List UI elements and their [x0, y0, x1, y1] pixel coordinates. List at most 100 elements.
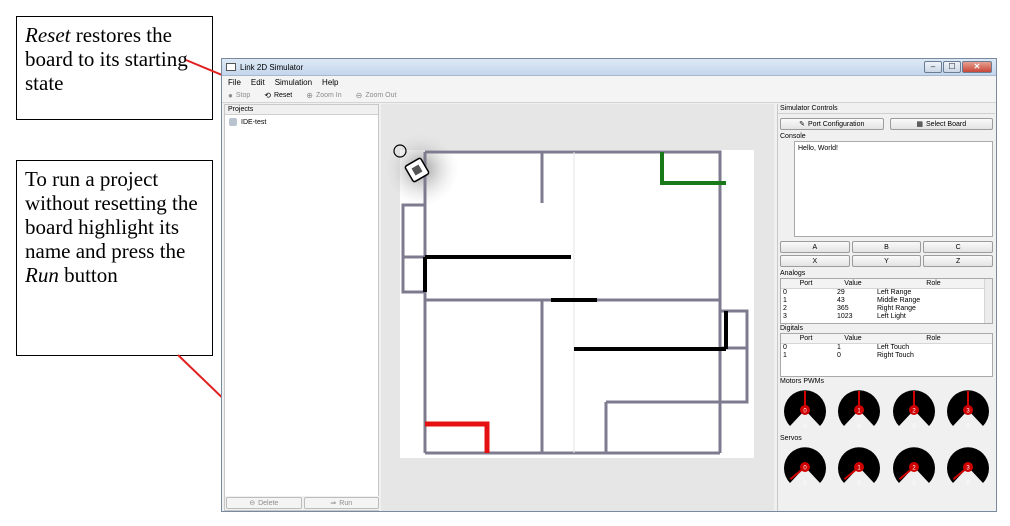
menu-simulation[interactable]: Simulation — [275, 78, 312, 87]
toolbar: ● Stop ⟲ Reset ⊕ Zoom In ⊖ Zoom Out — [222, 88, 996, 103]
servo-gauge: 00 — [784, 447, 827, 487]
select-board-button[interactable]: ▦ Select Board — [889, 118, 993, 130]
reset-icon: ⟲ — [264, 90, 271, 100]
analog-port: 0 — [783, 289, 787, 296]
analog-row[interactable]: 1 43 Middle Range — [781, 297, 992, 305]
analog-role: Right Range — [877, 305, 916, 312]
run-callout-text: To run a project without resetting the b… — [25, 167, 198, 263]
board-canvas[interactable] — [381, 104, 774, 511]
analogs-label: Analogs — [780, 270, 806, 277]
board-icon: ▦ — [916, 121, 924, 128]
servo-gauge-value: 0 — [912, 481, 916, 487]
console-label: Console — [780, 133, 806, 140]
board-surface — [400, 150, 754, 458]
motor-gauge-value: 0 — [803, 424, 807, 430]
key-z-button[interactable]: Z — [923, 255, 993, 267]
analog-value: 1023 — [837, 313, 853, 320]
project-icon — [229, 118, 237, 126]
analog-value: 365 — [837, 305, 849, 312]
analog-row[interactable]: 0 29 Left Range — [781, 289, 992, 297]
motor-gauge: 10 — [838, 390, 881, 430]
reset-label: Reset — [273, 91, 293, 99]
delete-label: Delete — [258, 499, 279, 507]
run-button[interactable]: ⇒ Run — [303, 497, 379, 509]
reset-button[interactable]: ⟲ Reset — [264, 91, 292, 100]
motors-label: Motors PWMs — [780, 378, 824, 385]
analog-row[interactable]: 2 365 Right Range — [781, 305, 992, 313]
stop-button[interactable]: ● Stop — [228, 91, 250, 100]
project-item[interactable]: IDE-test — [225, 115, 378, 129]
run-callout-text-end: button — [58, 263, 118, 287]
simulator-window: Link 2D Simulator – ☐ ✕ File Edit Simula… — [221, 58, 997, 512]
analogs-scrollbar[interactable] — [984, 279, 992, 323]
analog-role: Left Light — [877, 313, 906, 320]
run-icon: ⇒ — [330, 500, 337, 507]
close-button[interactable]: ✕ — [962, 61, 992, 73]
stop-label: Stop — [235, 91, 251, 99]
digital-value: 0 — [837, 352, 841, 359]
digitals-port-header: Port — [799, 335, 813, 342]
servo-gauges: 00102030 — [778, 443, 995, 491]
projects-header: Projects — [225, 105, 378, 115]
analog-value: 29 — [837, 289, 845, 296]
analog-value: 43 — [837, 297, 845, 304]
digital-value: 1 — [837, 344, 841, 351]
servos-label: Servos — [780, 435, 802, 442]
stop-icon: ● — [228, 90, 233, 100]
motor-gauge: 20 — [892, 390, 935, 430]
board-view[interactable] — [381, 104, 774, 511]
simulator-controls-panel: Simulator Controls ✎ Port Configuration … — [777, 104, 995, 511]
projects-panel: Projects IDE-test ⊖ Delete ⇒ Run — [224, 104, 380, 511]
minimize-button[interactable]: – — [924, 61, 942, 73]
key-a-button[interactable]: A — [780, 241, 850, 253]
key-b-button[interactable]: B — [851, 241, 922, 253]
wrench-icon: ✎ — [799, 121, 805, 128]
digitals-table: Port Value Role 0 1 Left Touch 1 0 Right… — [780, 333, 993, 377]
key-y-button[interactable]: Y — [851, 255, 922, 267]
title-bar: Link 2D Simulator – ☐ ✕ — [222, 59, 996, 76]
console-output[interactable]: Hello, World! — [794, 141, 993, 237]
delete-icon: ⊖ — [249, 500, 256, 507]
servo-gauge: 30 — [946, 447, 989, 487]
app-icon — [226, 63, 236, 71]
motor-gauge-value: 0 — [966, 424, 970, 430]
digital-port: 0 — [783, 344, 787, 351]
servo-gauge-value: 0 — [966, 481, 970, 487]
motor-gauge-value: 0 — [912, 424, 916, 430]
motor-gauge: 00 — [784, 390, 827, 430]
digital-row[interactable]: 1 0 Right Touch — [781, 352, 992, 360]
zoom-in-button[interactable]: ⊕ Zoom In — [306, 91, 341, 100]
key-x-button[interactable]: X — [780, 255, 850, 267]
delete-button[interactable]: ⊖ Delete — [226, 497, 302, 509]
maximize-button[interactable]: ☐ — [943, 61, 961, 73]
servo-gauge-value: 0 — [858, 481, 862, 487]
zoom-in-label: Zoom In — [315, 91, 342, 99]
menu-edit[interactable]: Edit — [251, 78, 265, 87]
key-c-button[interactable]: C — [923, 241, 993, 253]
analog-port: 3 — [783, 313, 787, 320]
digitals-role-header: Role — [926, 335, 941, 342]
reset-callout: Reset restores the board to its starting… — [16, 16, 213, 120]
simulator-controls-title: Simulator Controls — [778, 104, 995, 114]
port-configuration-button[interactable]: ✎ Port Configuration — [780, 118, 884, 130]
servo-gauge: 20 — [892, 447, 935, 487]
menu-file[interactable]: File — [228, 78, 241, 87]
servo-gauge: 10 — [838, 447, 881, 487]
menu-help[interactable]: Help — [322, 78, 338, 87]
digital-row[interactable]: 0 1 Left Touch — [781, 344, 992, 352]
motor-gauge-value: 0 — [858, 424, 862, 430]
port-configuration-label: Port Configuration — [807, 120, 865, 128]
analogs-table: Port Value Role 0 29 Left Range 1 43 Mid… — [780, 278, 993, 324]
analog-row[interactable]: 3 1023 Left Light — [781, 313, 992, 321]
digital-role: Right Touch — [877, 352, 914, 359]
digitals-label: Digitals — [780, 325, 803, 332]
digital-port: 1 — [783, 352, 787, 359]
zoom-out-button[interactable]: ⊖ Zoom Out — [356, 91, 397, 100]
analog-port: 1 — [783, 297, 787, 304]
analog-role: Left Range — [877, 289, 912, 296]
analog-port: 2 — [783, 305, 787, 312]
analog-role: Middle Range — [877, 297, 921, 304]
project-name: IDE-test — [241, 118, 267, 126]
digitals-value-header: Value — [844, 335, 862, 342]
zoom-out-label: Zoom Out — [365, 91, 397, 99]
